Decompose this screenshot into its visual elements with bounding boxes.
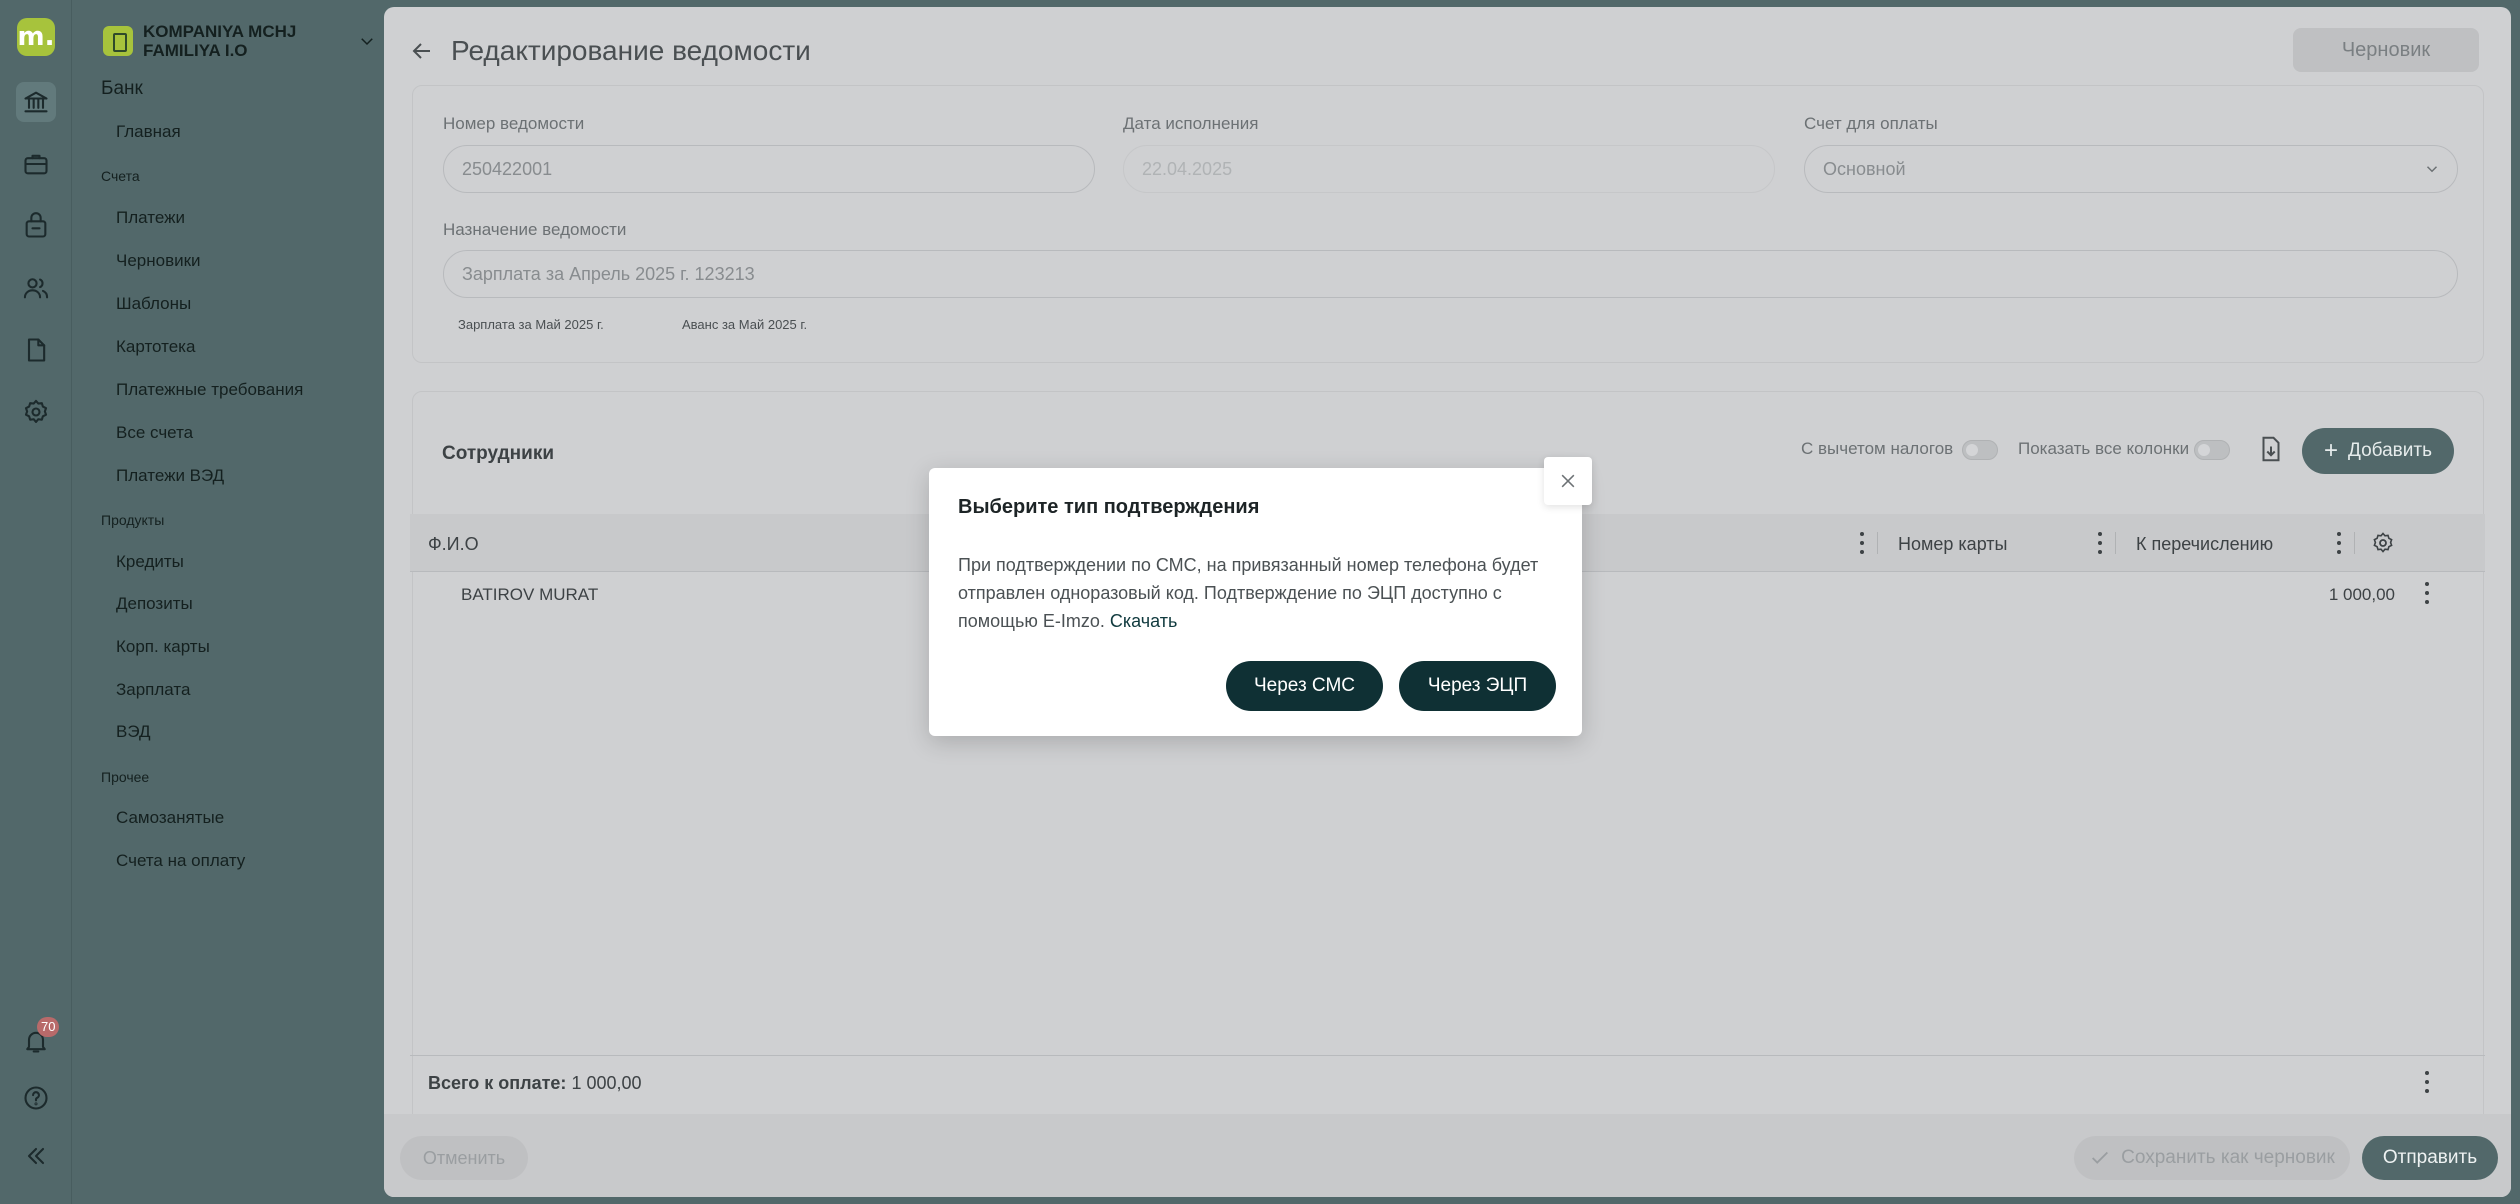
save-draft-label: Сохранить как черновик: [2121, 1147, 2335, 1168]
column-card-menu-icon[interactable]: [2097, 532, 2103, 554]
sidebar-item-card-index[interactable]: Картотека: [116, 337, 195, 357]
add-employee-label: Добавить: [2348, 440, 2432, 461]
sidebar-section-products: Продукты: [101, 512, 165, 528]
column-divider: [2115, 532, 2116, 554]
sidebar-item-all-accounts[interactable]: Все счета: [116, 423, 193, 443]
save-draft-button[interactable]: Сохранить как черновик: [2074, 1136, 2350, 1180]
collapse-icon[interactable]: [16, 1136, 56, 1176]
sidebar-item-corp-cards[interactable]: Корп. карты: [116, 637, 210, 657]
purpose-suggestion-chip[interactable]: Аванс за Май 2025 г.: [682, 317, 807, 332]
company-switcher[interactable]: KOMPANIYA MCHJ FAMILIYA I.O: [103, 22, 373, 62]
sidebar: KOMPANIYA MCHJ FAMILIYA I.O Банк Главная…: [73, 0, 383, 1204]
page-title: Редактирование ведомости: [451, 35, 811, 66]
account-select[interactable]: Основной: [1804, 145, 2458, 193]
number-label: Номер ведомости: [443, 114, 585, 133]
employee-name: BATIROV MURAT: [461, 585, 599, 604]
back-arrow-icon[interactable]: [410, 39, 434, 63]
chevron-down-icon: [361, 38, 373, 46]
sidebar-item-templates[interactable]: Шаблоны: [116, 294, 191, 314]
bag-icon[interactable]: [16, 206, 56, 246]
users-icon[interactable]: [16, 268, 56, 308]
action-bar: Отменить Сохранить как черновик Отправит…: [384, 1114, 2511, 1197]
chevron-down-icon: [2426, 166, 2438, 173]
sidebar-section-other: Прочее: [101, 769, 150, 785]
app-logo[interactable]: m.: [17, 18, 55, 56]
icon-rail: m. 70: [0, 0, 72, 1204]
purpose-field[interactable]: Зарплата за Апрель 2025 г. 123213: [443, 250, 2458, 298]
sidebar-section-bank: Банк: [101, 78, 143, 99]
purpose-label: Назначение ведомости: [443, 220, 627, 239]
sidebar-item-deposits[interactable]: Депозиты: [116, 594, 193, 614]
eds-confirm-button[interactable]: Через ЭЦП: [1399, 661, 1556, 711]
table-footer-divider: [410, 1055, 2485, 1056]
download-icon[interactable]: [2256, 434, 2286, 464]
cancel-button[interactable]: Отменить: [400, 1136, 528, 1180]
employees-title: Сотрудники: [442, 443, 555, 464]
sidebar-item-invoices[interactable]: Счета на оплату: [116, 851, 245, 871]
purpose-suggestion-chip[interactable]: Зарплата за Май 2025 г.: [458, 317, 604, 332]
column-name-menu-icon[interactable]: [1859, 532, 1865, 554]
sidebar-item-self-employed[interactable]: Самозанятые: [116, 808, 224, 828]
download-link[interactable]: Скачать: [1110, 611, 1178, 631]
status-badge: Черновик: [2293, 28, 2479, 72]
sidebar-item-credits[interactable]: Кредиты: [116, 552, 184, 572]
sidebar-item-payments[interactable]: Платежи: [116, 208, 185, 228]
modal-title: Выберите тип подтверждения: [958, 496, 1260, 518]
date-label: Дата исполнения: [1123, 114, 1259, 133]
row-menu-icon[interactable]: [2424, 582, 2430, 604]
column-amount-menu-icon[interactable]: [2336, 532, 2342, 554]
sidebar-item-drafts[interactable]: Черновики: [116, 251, 201, 271]
footer-menu-icon[interactable]: [2424, 1071, 2430, 1093]
modal-description: При подтверждении по СМС, на привязанный…: [958, 551, 1548, 635]
close-icon: [1561, 474, 1575, 488]
company-icon: [103, 26, 133, 56]
help-icon[interactable]: [16, 1078, 56, 1118]
column-card-number[interactable]: Номер карты: [1898, 534, 2008, 555]
confirmation-modal: Выберите тип подтверждения При подтвержд…: [929, 468, 1582, 736]
taxes-toggle[interactable]: [1962, 440, 1998, 460]
add-employee-button[interactable]: + Добавить: [2302, 428, 2454, 474]
account-select-value: Основной: [1823, 158, 1906, 179]
table-settings-icon[interactable]: [2371, 531, 2395, 555]
send-button[interactable]: Отправить: [2362, 1136, 2498, 1180]
columns-toggle-label: Показать все колонки: [2018, 439, 2190, 458]
notification-badge: 70: [37, 1017, 60, 1037]
employee-amount: 1 000,00: [2328, 585, 2395, 604]
settings-icon[interactable]: [16, 392, 56, 432]
sidebar-item-home[interactable]: Главная: [116, 122, 181, 142]
sidebar-item-fea-payments[interactable]: Платежи ВЭД: [116, 466, 224, 486]
account-label: Счет для оплаты: [1804, 114, 1938, 133]
modal-description-text: При подтверждении по СМС, на привязанный…: [958, 555, 1539, 631]
sidebar-item-payment-requests[interactable]: Платежные требования: [116, 380, 303, 400]
columns-toggle[interactable]: [2194, 440, 2230, 460]
number-field[interactable]: 250422001: [443, 145, 1095, 193]
date-field: 22.04.2025: [1123, 145, 1775, 193]
column-divider: [2354, 532, 2355, 554]
bank-icon[interactable]: [16, 82, 56, 122]
briefcase-icon[interactable]: [16, 144, 56, 184]
column-name[interactable]: Ф.И.О: [428, 534, 479, 555]
sidebar-section-accounts: Счета: [101, 168, 140, 184]
column-divider: [1877, 532, 1878, 554]
sms-confirm-button[interactable]: Через СМС: [1226, 661, 1383, 711]
total-label: Всего к оплате:: [428, 1073, 567, 1093]
company-name: KOMPANIYA MCHJ FAMILIYA I.O: [143, 22, 297, 60]
sidebar-item-salary[interactable]: Зарплата: [116, 680, 190, 700]
total-to-pay: Всего к оплате: 1 000,00: [428, 1073, 642, 1094]
document-icon[interactable]: [16, 330, 56, 370]
check-icon: [2092, 1151, 2109, 1164]
plus-icon: +: [2324, 437, 2339, 464]
statement-form-card: Номер ведомости 250422001 Дата исполнени…: [412, 85, 2484, 363]
sidebar-item-fea[interactable]: ВЭД: [116, 722, 151, 742]
total-value: 1 000,00: [571, 1073, 642, 1093]
column-amount[interactable]: К перечислению: [2136, 534, 2273, 555]
modal-close-button[interactable]: [1544, 457, 1592, 505]
taxes-toggle-label: С вычетом налогов: [1801, 439, 1954, 458]
